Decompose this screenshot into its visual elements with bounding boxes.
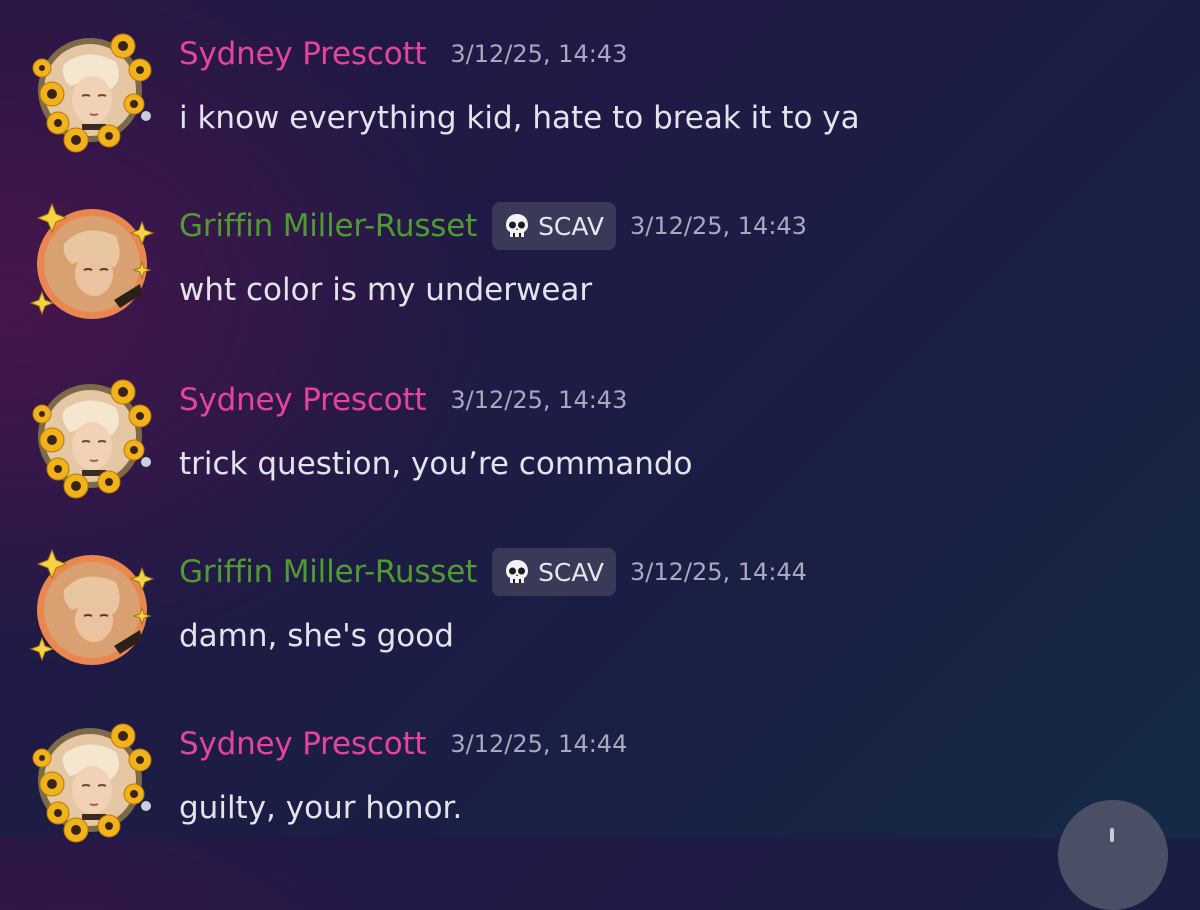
message-content: wht color is my underwear (179, 272, 593, 308)
sunflower-avatar-icon[interactable] (24, 374, 158, 508)
author-name[interactable]: Sydney Prescott (179, 382, 427, 418)
message-header: Sydney Prescott 3/12/25, 14:44 (179, 720, 627, 768)
message-content: guilty, your honor. (179, 790, 463, 826)
message-item: Griffin Miller-Russet SCAV 3/12/25, 14:4… (0, 192, 1200, 322)
tag-label: SCAV (538, 557, 604, 587)
message-content: trick question, you’re commando (179, 446, 693, 482)
server-tag-badge[interactable]: SCAV (492, 548, 616, 596)
sunflower-avatar-icon[interactable] (24, 718, 158, 852)
skull-icon (502, 557, 532, 587)
message-header: Sydney Prescott 3/12/25, 14:43 (179, 376, 627, 424)
author-name[interactable]: Sydney Prescott (179, 726, 427, 762)
message-list: Sydney Prescott 3/12/25, 14:43 i know ev… (0, 0, 1200, 843)
jump-to-present-button[interactable] (1058, 800, 1168, 910)
tag-label: SCAV (538, 211, 604, 241)
message-timestamp: 3/12/25, 14:44 (450, 730, 628, 758)
server-tag-badge[interactable]: SCAV (492, 202, 616, 250)
message-item: Griffin Miller-Russet SCAV 3/12/25, 14:4… (0, 538, 1200, 668)
sunflower-avatar-icon[interactable] (24, 28, 158, 162)
message-header: Sydney Prescott 3/12/25, 14:43 (179, 30, 627, 78)
message-header: Griffin Miller-Russet SCAV 3/12/25, 14:4… (179, 548, 807, 596)
message-header: Griffin Miller-Russet SCAV 3/12/25, 14:4… (179, 202, 807, 250)
skull-icon (502, 211, 532, 241)
arrow-down-icon (1110, 828, 1114, 842)
author-name[interactable]: Griffin Miller-Russet (179, 208, 477, 244)
message-content: i know everything kid, hate to break it … (179, 100, 860, 136)
author-name[interactable]: Sydney Prescott (179, 36, 427, 72)
sparkle-avatar-icon[interactable] (24, 546, 158, 680)
message-content: damn, she's good (179, 618, 454, 654)
message-timestamp: 3/12/25, 14:43 (630, 212, 807, 240)
message-timestamp: 3/12/25, 14:43 (450, 40, 628, 68)
message-timestamp: 3/12/25, 14:43 (450, 386, 628, 414)
message-timestamp: 3/12/25, 14:44 (630, 558, 807, 586)
sparkle-avatar-icon[interactable] (24, 200, 158, 334)
author-name[interactable]: Griffin Miller-Russet (179, 554, 477, 590)
message-item: Sydney Prescott 3/12/25, 14:43 trick que… (0, 366, 1200, 499)
message-item: Sydney Prescott 3/12/25, 14:43 i know ev… (0, 20, 1200, 153)
message-item: Sydney Prescott 3/12/25, 14:44 guilty, y… (0, 710, 1200, 843)
